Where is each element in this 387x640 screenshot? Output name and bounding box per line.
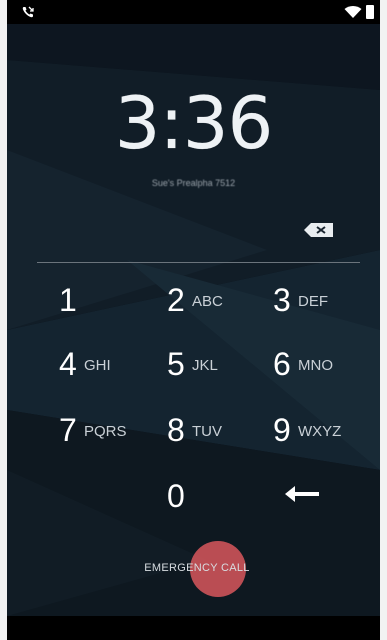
key-6[interactable]: 6 MNO bbox=[273, 346, 380, 396]
pin-entry-field[interactable] bbox=[37, 262, 360, 263]
backspace-icon[interactable] bbox=[303, 220, 337, 240]
enter-arrow-icon[interactable] bbox=[283, 482, 323, 506]
key-digit: 6 bbox=[273, 346, 291, 382]
key-digit: 4 bbox=[59, 346, 77, 382]
key-0[interactable]: 0 bbox=[167, 478, 277, 528]
lock-screen: 3:36 Sue's Prealpha 7512 1 2 ABC 3 DEF 4… bbox=[7, 0, 380, 640]
emergency-call-button[interactable]: EMERGENCY CALL bbox=[117, 556, 277, 580]
key-5[interactable]: 5 JKL bbox=[167, 346, 277, 396]
key-3[interactable]: 3 DEF bbox=[273, 282, 380, 332]
key-letters: ABC bbox=[192, 293, 223, 310]
key-digit: 8 bbox=[167, 412, 185, 448]
key-8[interactable]: 8 TUV bbox=[167, 412, 277, 462]
key-2[interactable]: 2 ABC bbox=[167, 282, 277, 332]
key-1[interactable]: 1 bbox=[59, 282, 169, 332]
key-digit: 7 bbox=[59, 412, 77, 448]
key-4[interactable]: 4 GHI bbox=[59, 346, 169, 396]
key-letters: WXYZ bbox=[298, 423, 342, 440]
key-digit: 1 bbox=[59, 282, 77, 318]
owner-info: Sue's Prealpha 7512 bbox=[151, 178, 236, 188]
key-letters: TUV bbox=[192, 423, 222, 440]
missed-call-icon bbox=[22, 6, 34, 18]
key-letters: PQRS bbox=[84, 423, 127, 440]
key-7[interactable]: 7 PQRS bbox=[59, 412, 169, 462]
status-bar bbox=[7, 0, 380, 24]
key-digit: 0 bbox=[167, 478, 185, 514]
key-digit: 3 bbox=[273, 282, 291, 318]
clock: 3:36 bbox=[7, 82, 380, 164]
key-9[interactable]: 9 WXYZ bbox=[273, 412, 380, 462]
key-letters: DEF bbox=[298, 293, 328, 310]
navigation-bar bbox=[7, 616, 380, 640]
key-letters: JKL bbox=[192, 357, 218, 374]
wifi-icon bbox=[344, 6, 362, 18]
key-digit: 5 bbox=[167, 346, 185, 382]
clock-time: 3:36 bbox=[114, 81, 274, 165]
key-digit: 9 bbox=[273, 412, 291, 448]
battery-icon bbox=[366, 5, 374, 19]
key-letters: GHI bbox=[84, 357, 111, 374]
key-digit: 2 bbox=[167, 282, 185, 318]
key-letters: MNO bbox=[298, 357, 333, 374]
